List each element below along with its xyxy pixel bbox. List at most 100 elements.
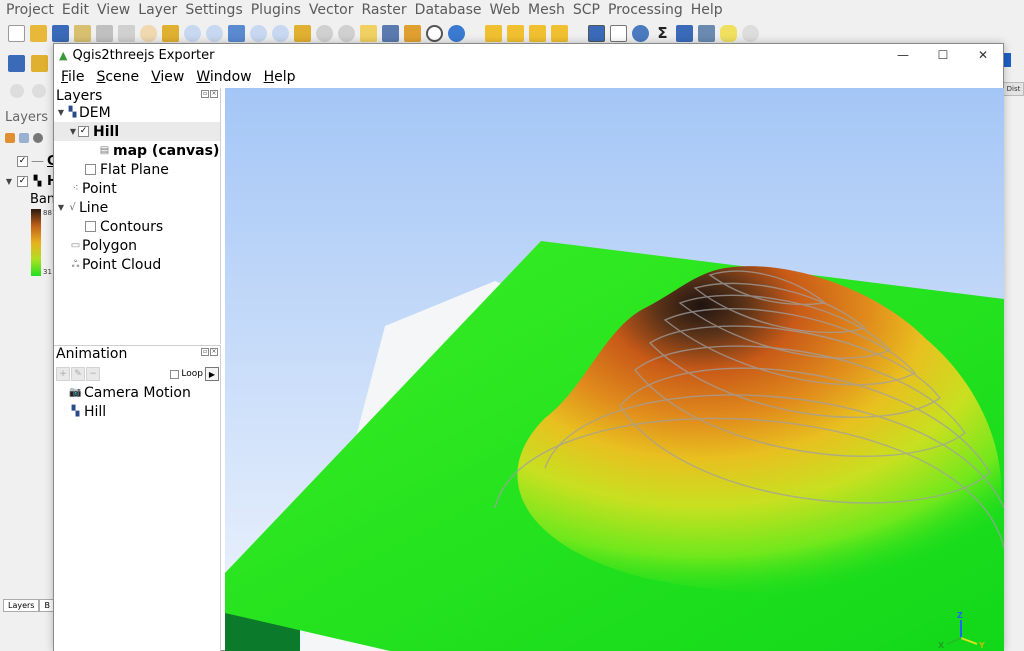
expression-select-icon[interactable] [551,24,568,42]
tree-item-map-canvas[interactable]: ▤ map (canvas) [54,141,220,160]
menu-view[interactable]: View [151,69,184,85]
add-keyframe-icon[interactable]: + [56,367,70,381]
add-raster-icon[interactable] [31,54,48,72]
qgis-menu-plugins[interactable]: Plugins [251,2,301,18]
3d-scene[interactable]: Z Y X [225,88,1004,651]
map-tips-icon[interactable] [720,24,737,42]
attribute-table-icon[interactable] [610,24,627,42]
checkbox-icon[interactable]: ✓ [17,176,28,187]
qgis-menu-help[interactable]: Help [691,2,723,18]
qgis-menu-processing[interactable]: Processing [608,2,683,18]
zoom-layer-icon[interactable] [272,24,289,42]
tree-item-contours[interactable]: Contours [54,217,220,236]
layer-style-icon[interactable] [5,133,15,143]
layout-manager-icon[interactable] [96,24,113,42]
qgis-right-toolbar-button[interactable] [1003,53,1011,67]
measure-icon[interactable] [676,24,693,42]
menu-file[interactable]: File [61,69,84,85]
pan-to-selection-icon[interactable] [162,24,179,42]
maximize-icon[interactable]: ☐ [923,44,963,66]
pan-icon[interactable] [140,24,157,42]
tree-item-point-cloud[interactable]: ஃ Point Cloud [54,255,220,274]
chevron-down-icon[interactable]: ▼ [4,177,14,186]
qgis-menu-database[interactable]: Database [415,2,482,18]
tree-item-dem[interactable]: ▼ ▚ DEM [54,103,220,122]
qgis-layer-h[interactable]: ▼ ✓ ▚ H [4,174,58,189]
new-layout-icon[interactable] [74,24,91,42]
qgis-menu-vector[interactable]: Vector [309,2,354,18]
checkbox-icon[interactable]: ✓ [78,126,89,137]
3d-viewport[interactable]: Z Y X [225,88,1004,651]
new-bookmark-icon[interactable] [360,24,377,42]
temporal-controller-icon[interactable] [404,24,421,42]
clock-icon[interactable] [426,24,443,42]
qgis-right-dock-tab[interactable]: Dist [1003,82,1024,96]
exporter-titlebar[interactable]: ▲ Qgis2threejs Exporter — ☐ ✕ [54,44,1003,66]
float-icon[interactable]: ▫ [201,348,209,356]
qgis-menu-scp[interactable]: SCP [573,2,600,18]
checkbox-icon[interactable] [85,221,96,232]
qgis-menu-layer[interactable]: Layer [138,2,177,18]
qgis-menu-edit[interactable]: Edit [62,2,89,18]
play-icon[interactable]: ▶ [205,367,219,381]
menu-window[interactable]: Window [196,69,251,85]
tree-item-point[interactable]: ⁖ Point [54,179,220,198]
checkbox-icon[interactable] [85,164,96,175]
minimize-icon[interactable]: — [883,44,923,66]
chevron-down-icon[interactable]: ▼ [56,108,66,117]
float-icon[interactable]: ▫ [201,90,209,98]
qgis-menu-mesh[interactable]: Mesh [528,2,565,18]
chevron-down-icon[interactable]: ▼ [56,203,66,212]
qgis-layer-c[interactable]: ✓ — C [4,154,57,169]
animation-item-hill[interactable]: ▚ Hill [54,402,220,421]
deselect-icon[interactable] [529,24,546,42]
style-manager-icon[interactable] [118,24,135,42]
calculator-icon[interactable] [698,24,715,42]
loop-checkbox[interactable] [170,369,180,379]
edit-keyframe-icon[interactable]: ✎ [71,367,85,381]
chevron-down-icon[interactable]: ▼ [68,127,78,136]
zoom-selection-icon[interactable] [250,24,267,42]
checkbox-icon[interactable]: ✓ [17,156,28,167]
toggle-editing-icon[interactable] [32,84,46,98]
select-value-icon[interactable] [507,24,524,42]
select-features-icon[interactable] [485,24,502,42]
menu-scene[interactable]: Scene [96,69,139,85]
zoom-next-icon[interactable] [338,24,355,42]
animation-item-camera-motion[interactable]: 📷 Camera Motion [54,383,220,402]
qgis-menu-view[interactable]: View [97,2,130,18]
new-project-icon[interactable] [8,24,25,42]
remove-keyframe-icon[interactable]: − [86,367,100,381]
add-layer-icon[interactable] [8,54,25,72]
loop-toggle[interactable]: Loop [170,369,203,379]
zoom-last-icon[interactable] [316,24,333,42]
refresh-icon[interactable] [448,24,465,42]
tree-item-hill[interactable]: ▼ ✓ Hill [54,122,220,141]
zoom-full-icon[interactable] [228,24,245,42]
qgis-menu-web[interactable]: Web [489,2,520,18]
tree-item-line[interactable]: ▼ √ Line [54,198,220,217]
tree-item-polygon[interactable]: ▭ Polygon [54,236,220,255]
zoom-in-icon[interactable] [184,24,201,42]
annotation-icon[interactable] [742,24,759,42]
qgis-menu-project[interactable]: Project [6,2,54,18]
eye-icon[interactable] [33,133,43,143]
save-project-icon[interactable] [52,24,69,42]
processing-gear-icon[interactable] [632,24,649,42]
open-project-icon[interactable] [30,24,47,42]
add-group-icon[interactable] [19,133,29,143]
statistics-sigma-icon[interactable]: Σ [654,24,671,42]
zoom-native-icon[interactable] [294,24,311,42]
tree-item-flat-plane[interactable]: Flat Plane [54,160,220,179]
show-bookmarks-icon[interactable] [382,24,399,42]
close-icon[interactable]: × [210,348,218,356]
close-icon[interactable]: ✕ [963,44,1003,66]
zoom-out-icon[interactable] [206,24,223,42]
qgis-menu-raster[interactable]: Raster [362,2,407,18]
tab-layers[interactable]: Layers [3,599,40,612]
qgis-menu-settings[interactable]: Settings [185,2,242,18]
menu-help[interactable]: Help [264,69,296,85]
current-edits-icon[interactable] [10,84,24,98]
identify-icon[interactable] [588,24,605,42]
close-icon[interactable]: × [210,90,218,98]
